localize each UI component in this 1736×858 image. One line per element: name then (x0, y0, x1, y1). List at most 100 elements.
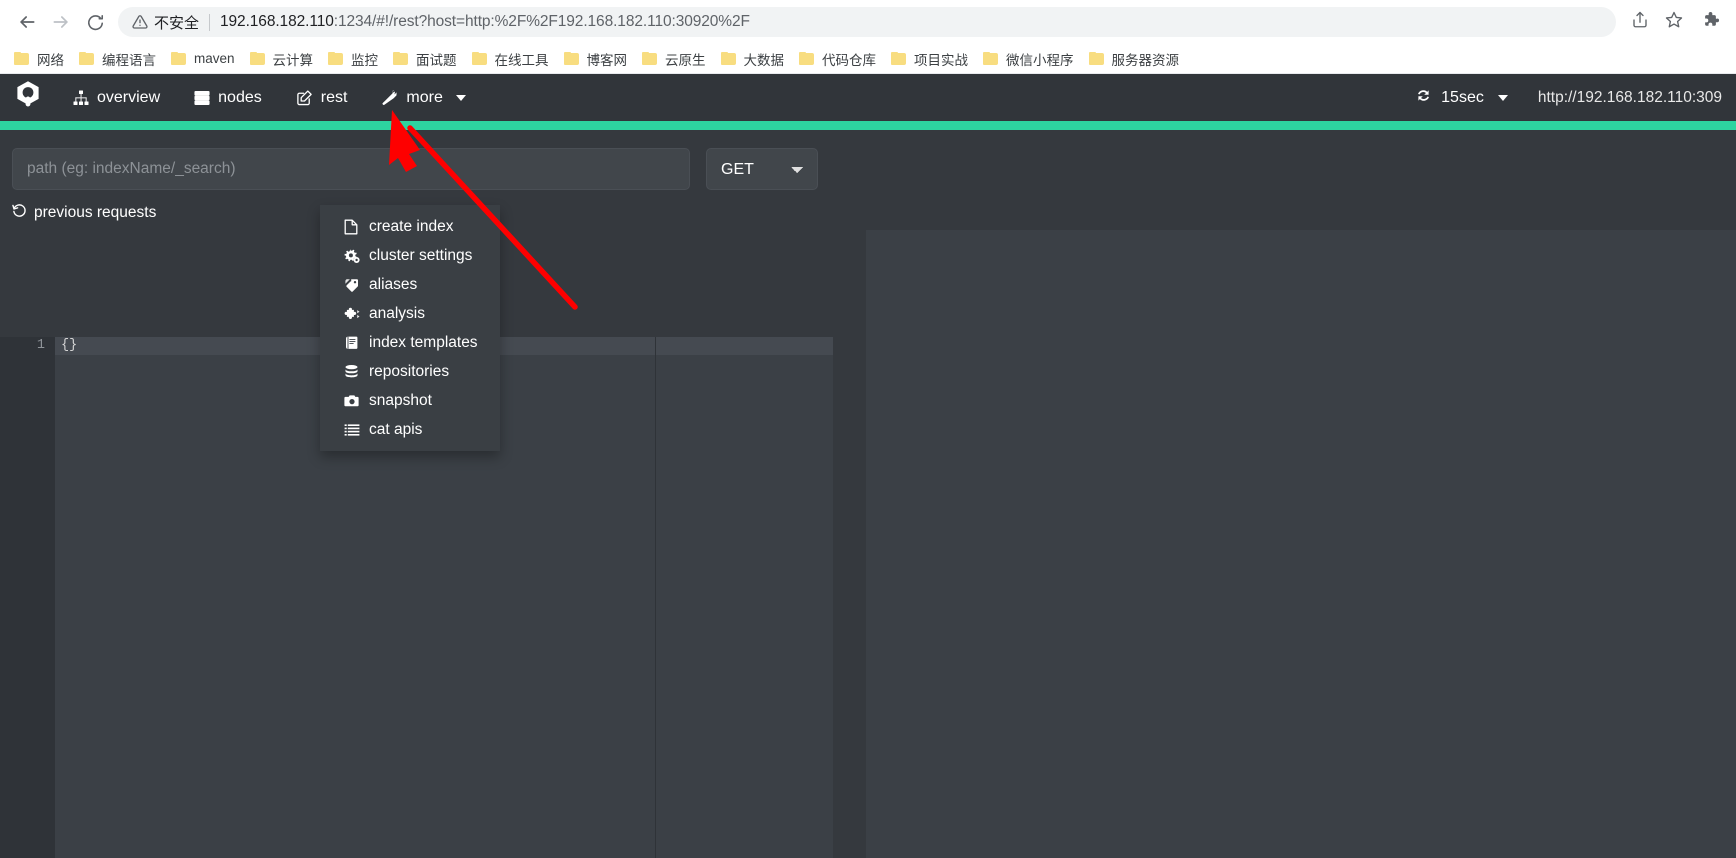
reload-icon (86, 13, 105, 32)
reload-button[interactable] (78, 5, 112, 39)
bookmark-item[interactable]: 微信小程序 (977, 46, 1083, 72)
cerebro-logo-icon (12, 79, 44, 116)
bookmark-item[interactable]: 云计算 (244, 46, 323, 72)
nav-item-overview[interactable]: overview (56, 74, 177, 121)
bookmark-label: 在线工具 (494, 52, 549, 68)
bookmarks-bar: 网络 编程语言 maven 云计算 监控 面试题 在线工具 博客网 云原生 大数… (0, 44, 1736, 74)
folder-icon (171, 51, 187, 66)
folder-icon (1088, 51, 1105, 66)
bookmark-item[interactable]: 在线工具 (466, 46, 558, 72)
browser-toolbar: 不安全 192.168.182.110:1234/#!/rest?host=ht… (0, 0, 1736, 44)
menu-item-label: cat apis (369, 421, 423, 438)
database-icon (344, 364, 360, 380)
security-status-label: 不安全 (154, 14, 200, 32)
editor-active-line (656, 337, 833, 355)
folder-icon (720, 51, 737, 66)
folder-icon (563, 51, 580, 66)
bookmark-item[interactable]: 项目实战 (885, 46, 977, 72)
address-bar[interactable]: 不安全 192.168.182.110:1234/#!/rest?host=ht… (118, 7, 1616, 37)
puzzle-piece-icon (1701, 10, 1720, 34)
folder-icon (471, 51, 488, 66)
refresh-icon (1415, 87, 1432, 109)
bookmark-item[interactable]: 编程语言 (73, 46, 165, 72)
back-button[interactable] (10, 5, 44, 39)
previous-requests-label: previous requests (34, 204, 157, 221)
menu-item-cluster-settings[interactable]: cluster settings (320, 241, 500, 270)
nav-label: rest (320, 88, 348, 106)
menu-item-aliases[interactable]: aliases (320, 270, 500, 299)
extensions-button[interactable] (1694, 6, 1726, 38)
bookmark-item[interactable]: 网络 (8, 46, 73, 72)
editor-content: {} (61, 338, 78, 353)
bookmark-label: 微信小程序 (1006, 52, 1074, 68)
bookmark-label: 面试题 (416, 52, 457, 68)
menu-item-snapshot[interactable]: snapshot (320, 386, 500, 415)
nav-item-more[interactable]: more (364, 74, 482, 121)
refresh-interval-selector[interactable]: 15sec (1399, 87, 1524, 109)
url-text: 192.168.182.110:1234/#!/rest?host=http:%… (220, 13, 750, 31)
url-path: :1234/#!/rest?host=http:%2F%2F192.168.18… (333, 13, 750, 30)
menu-item-label: aliases (369, 276, 418, 293)
bookmark-item[interactable]: 代码仓库 (793, 46, 885, 72)
share-button[interactable] (1624, 6, 1656, 38)
folder-icon (983, 51, 999, 66)
bookmark-label: 编程语言 (102, 52, 156, 68)
nav-label: nodes (218, 88, 262, 106)
bookmark-label: 监控 (351, 52, 379, 68)
editor-line-number: 1 (36, 338, 45, 353)
sitemap-icon (73, 90, 89, 106)
folder-icon (799, 51, 815, 66)
nav-item-rest[interactable]: rest (279, 74, 365, 121)
url-host: 192.168.182.110 (220, 13, 334, 30)
bookmark-label: 网络 (37, 52, 64, 68)
chevron-down-icon (1497, 94, 1508, 101)
menu-item-index-templates[interactable]: index templates (320, 328, 500, 357)
app-navbar: overview nodes rest more 15sec http://19… (0, 74, 1736, 121)
bookmark-label: 云计算 (272, 52, 314, 68)
bookmark-label: 服务器资源 (1111, 52, 1180, 68)
menu-item-label: snapshot (369, 392, 432, 409)
folder-icon (393, 51, 409, 66)
omnibox-actions (1624, 6, 1690, 38)
previous-requests-toggle[interactable]: previous requests (0, 190, 1736, 229)
history-icon (12, 203, 27, 223)
server-icon (194, 90, 210, 106)
forward-arrow-icon (51, 12, 71, 32)
bookmark-item[interactable]: maven (165, 48, 244, 69)
folder-icon (328, 51, 344, 66)
bookmark-item[interactable]: 服务器资源 (1083, 46, 1189, 72)
nav-label: more (406, 88, 443, 106)
bookmark-item[interactable]: 云原生 (636, 46, 715, 72)
bookmark-button[interactable] (1658, 6, 1690, 38)
chevron-down-icon (455, 94, 466, 101)
forward-button[interactable] (44, 5, 78, 39)
cerebro-app: overview nodes rest more 15sec http://19… (0, 74, 1736, 858)
nav-item-nodes[interactable]: nodes (177, 74, 279, 121)
bookmark-item[interactable]: 大数据 (715, 46, 794, 72)
menu-item-repositories[interactable]: repositories (320, 357, 500, 386)
menu-item-create-index[interactable]: create index (320, 212, 500, 241)
bookmark-item[interactable]: 博客网 (558, 46, 637, 72)
nav-label: overview (97, 88, 161, 106)
path-input[interactable] (12, 148, 690, 190)
folder-icon (14, 51, 30, 66)
tags-icon (344, 277, 360, 293)
edit-square-icon (296, 89, 313, 106)
menu-item-analysis[interactable]: analysis (320, 299, 500, 328)
menu-item-cat-apis[interactable]: cat apis (320, 415, 500, 444)
bookmark-label: 项目实战 (914, 52, 969, 68)
warning-triangle-icon (132, 14, 148, 30)
bookmark-label: 博客网 (586, 52, 628, 68)
bookmark-label: 大数据 (743, 52, 785, 68)
puzzle-icon (344, 306, 360, 322)
menu-item-label: analysis (369, 305, 425, 322)
http-method-select[interactable]: GETPOSTPUTDELETEHEAD (706, 148, 818, 190)
bookmark-item[interactable]: 监控 (322, 46, 387, 72)
editor-side-pane (656, 337, 833, 858)
camera-icon (344, 393, 360, 409)
brand-logo[interactable] (0, 79, 56, 116)
bookmark-item[interactable]: 面试题 (387, 46, 466, 72)
menu-item-label: create index (369, 218, 454, 235)
menu-item-label: repositories (369, 363, 450, 380)
bookmark-label: 代码仓库 (822, 52, 877, 68)
